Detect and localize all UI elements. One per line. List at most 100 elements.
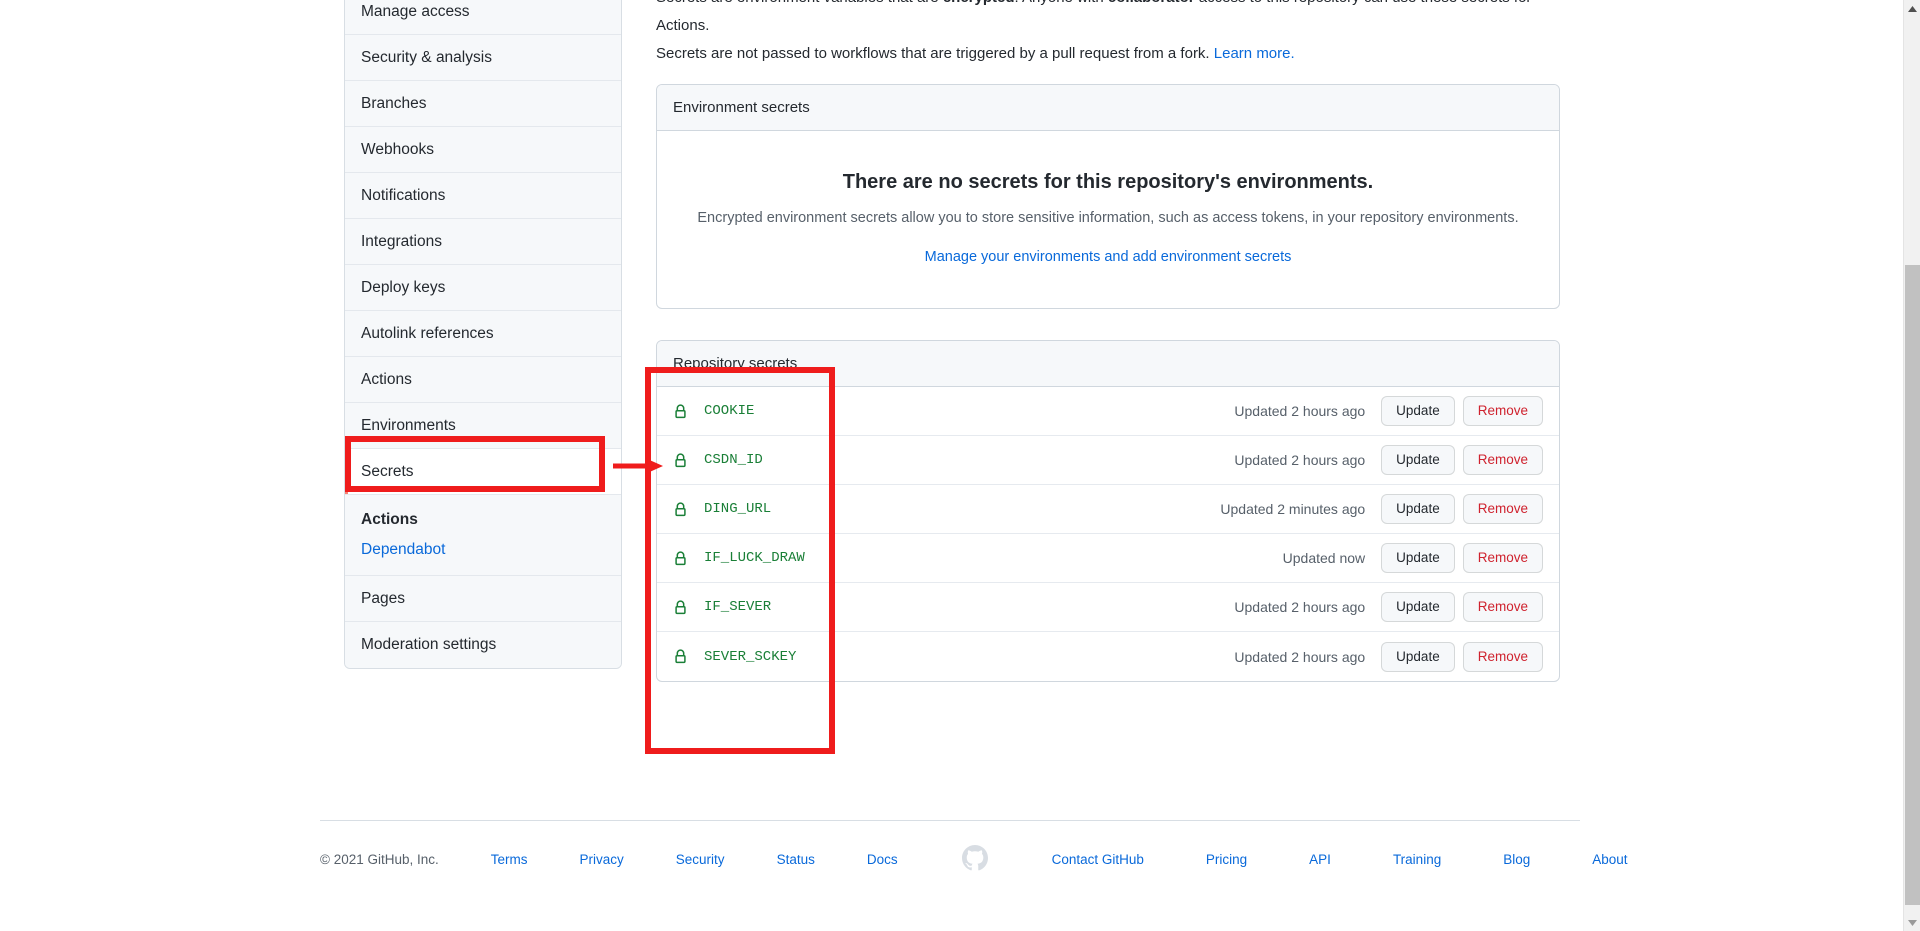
secret-updated-time: Updated 2 hours ago <box>1234 403 1366 419</box>
footer-link-security[interactable]: Security <box>676 852 725 867</box>
secret-name[interactable]: COOKIE <box>704 403 754 419</box>
environment-secrets-empty-title: There are no secrets for this repository… <box>842 171 1374 193</box>
page-footer: © 2021 GitHub, Inc. Terms Privacy Securi… <box>320 820 1628 874</box>
lock-icon <box>673 452 688 469</box>
environment-secrets-empty-description: Encrypted environment secrets allow you … <box>697 210 1519 226</box>
footer-link-api[interactable]: API <box>1309 852 1331 867</box>
secret-name-cell: DING_URL <box>673 501 1220 518</box>
secret-updated-time: Updated 2 minutes ago <box>1220 501 1366 517</box>
remove-button[interactable]: Remove <box>1462 445 1543 475</box>
secret-name-cell: SEVER_SCKEY <box>673 648 1234 665</box>
footer-link-pricing[interactable]: Pricing <box>1206 852 1247 867</box>
table-row: SEVER_SCKEY Updated 2 hours ago Update R… <box>657 632 1559 681</box>
secret-name[interactable]: CSDN_ID <box>704 452 763 468</box>
table-row: IF_SEVER Updated 2 hours ago Update Remo… <box>657 583 1559 632</box>
learn-more-link[interactable]: Learn more. <box>1214 45 1295 62</box>
remove-button[interactable]: Remove <box>1462 396 1543 426</box>
secret-updated-time: Updated now <box>1282 550 1366 566</box>
sidebar-item-label: Secrets <box>361 462 414 480</box>
sidebar-item-label: Branches <box>361 94 427 112</box>
sidebar-item-dependabot[interactable]: Dependabot <box>361 539 621 561</box>
footer-link-training[interactable]: Training <box>1393 852 1441 867</box>
sidebar-item-secrets[interactable]: Secrets <box>345 449 621 495</box>
table-row: DING_URL Updated 2 minutes ago Update Re… <box>657 485 1559 534</box>
settings-sidebar: Manage access Security & analysis Branch… <box>344 0 622 669</box>
footer-link-about[interactable]: About <box>1592 852 1627 867</box>
secret-name[interactable]: SEVER_SCKEY <box>704 649 796 665</box>
page-scrollbar[interactable] <box>1903 0 1920 931</box>
sidebar-item-branches[interactable]: Branches <box>345 81 621 127</box>
footer-link-terms[interactable]: Terms <box>491 852 528 867</box>
scrollbar-thumb[interactable] <box>1905 265 1920 905</box>
sidebar-item-pages[interactable]: Pages <box>345 576 621 622</box>
environment-secrets-panel: Environment secrets There are no secrets… <box>656 84 1560 309</box>
sidebar-item-notifications[interactable]: Notifications <box>345 173 621 219</box>
footer-link-blog[interactable]: Blog <box>1503 852 1530 867</box>
remove-button[interactable]: Remove <box>1462 641 1543 672</box>
page-root: Manage access Security & analysis Branch… <box>0 0 1920 931</box>
sidebar-item-integrations[interactable]: Integrations <box>345 219 621 265</box>
intro-bold-encrypted: encrypted <box>943 0 1015 6</box>
scroll-down-arrow-icon[interactable] <box>1904 914 1920 931</box>
secrets-main-content: Secrets are environment variables that a… <box>656 0 1560 682</box>
manage-environments-link[interactable]: Manage your environments and add environ… <box>925 249 1292 265</box>
sidebar-item-label: Pages <box>361 589 405 607</box>
secrets-intro-line-2: Secrets are not passed to workflows that… <box>656 40 1560 68</box>
update-button[interactable]: Update <box>1381 592 1455 622</box>
update-button[interactable]: Update <box>1381 396 1455 426</box>
table-row: CSDN_ID Updated 2 hours ago Update Remov… <box>657 436 1559 485</box>
footer-right-links: Contact GitHub Pricing API Training Blog… <box>1052 852 1628 867</box>
intro-text-mid: . Anyone with <box>1015 0 1108 6</box>
sidebar-subgroup-heading: Actions <box>361 511 418 528</box>
update-button[interactable]: Update <box>1381 494 1455 524</box>
footer-link-status[interactable]: Status <box>777 852 815 867</box>
table-row: COOKIE Updated 2 hours ago Update Remove <box>657 387 1559 436</box>
settings-nav-list: Manage access Security & analysis Branch… <box>344 0 622 669</box>
remove-button[interactable]: Remove <box>1462 592 1543 622</box>
update-button[interactable]: Update <box>1381 445 1455 475</box>
sidebar-item-label: Notifications <box>361 186 446 204</box>
repository-secrets-header: Repository secrets <box>657 341 1559 387</box>
sidebar-item-manage-access[interactable]: Manage access <box>345 0 621 35</box>
secret-updated-time: Updated 2 hours ago <box>1234 452 1366 468</box>
secret-name-cell: COOKIE <box>673 403 1234 420</box>
sidebar-item-webhooks[interactable]: Webhooks <box>345 127 621 173</box>
scroll-up-arrow-icon[interactable] <box>1904 0 1920 17</box>
intro-fork-text: Secrets are not passed to workflows that… <box>656 45 1210 62</box>
table-row: IF_LUCK_DRAW Updated now Update Remove <box>657 534 1559 583</box>
secret-name-cell: IF_SEVER <box>673 599 1234 616</box>
footer-copyright: © 2021 GitHub, Inc. <box>320 852 439 867</box>
secret-name[interactable]: DING_URL <box>704 501 771 517</box>
sidebar-item-autolink-references[interactable]: Autolink references <box>345 311 621 357</box>
sidebar-item-label: Environments <box>361 416 456 434</box>
footer-link-privacy[interactable]: Privacy <box>580 852 624 867</box>
lock-icon <box>673 403 688 420</box>
lock-icon <box>673 550 688 567</box>
repository-secrets-panel: Repository secrets COOKIE Updated 2 hour… <box>656 340 1560 682</box>
secrets-intro-line-1: Secrets are environment variables that a… <box>656 0 1560 40</box>
update-button[interactable]: Update <box>1381 641 1455 672</box>
sidebar-subgroup-actions: Actions Dependabot <box>345 495 621 576</box>
update-button[interactable]: Update <box>1381 543 1455 573</box>
sidebar-item-environments[interactable]: Environments <box>345 403 621 449</box>
secret-updated-time: Updated 2 hours ago <box>1234 648 1366 665</box>
secret-name[interactable]: IF_LUCK_DRAW <box>704 550 805 566</box>
sidebar-item-label: Actions <box>361 370 412 388</box>
remove-button[interactable]: Remove <box>1462 494 1543 524</box>
sidebar-item-label: Security & analysis <box>361 48 492 66</box>
sidebar-item-deploy-keys[interactable]: Deploy keys <box>345 265 621 311</box>
sidebar-item-label: Autolink references <box>361 324 494 342</box>
intro-text-pre: Secrets are environment variables that a… <box>656 0 943 6</box>
sidebar-item-moderation-settings[interactable]: Moderation settings <box>345 622 621 668</box>
secret-name[interactable]: IF_SEVER <box>704 599 771 615</box>
lock-icon <box>673 501 688 518</box>
remove-button[interactable]: Remove <box>1462 543 1543 573</box>
footer-link-docs[interactable]: Docs <box>867 852 898 867</box>
lock-icon <box>673 648 688 665</box>
sidebar-item-label: Integrations <box>361 232 442 250</box>
footer-link-contact-github[interactable]: Contact GitHub <box>1052 852 1144 867</box>
sidebar-item-label: Moderation settings <box>361 636 497 654</box>
sidebar-item-security-analysis[interactable]: Security & analysis <box>345 35 621 81</box>
sidebar-item-actions[interactable]: Actions <box>345 357 621 403</box>
footer-left-links: © 2021 GitHub, Inc. Terms Privacy Securi… <box>320 852 898 867</box>
